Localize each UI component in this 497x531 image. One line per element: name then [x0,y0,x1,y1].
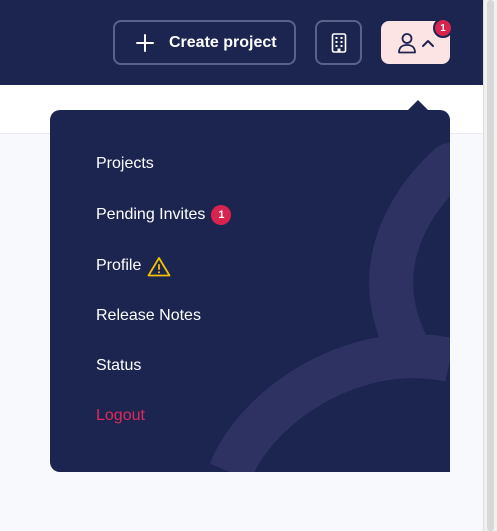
building-icon [331,32,346,53]
scrollbar[interactable] [483,0,497,531]
menu-item-release-notes[interactable]: Release Notes [96,305,201,327]
menu-item-pending-invites[interactable]: Pending Invites 1 [96,204,232,226]
menu-item-label: Status [96,357,142,374]
warning-icon [147,256,171,277]
user-dropdown-menu: Projects Pending Invites 1 Profile Relea… [50,110,450,472]
notification-badge: 1 [433,18,453,38]
pending-invites-badge: 1 [211,205,232,225]
menu-item-label: Pending Invites [96,206,206,223]
menu-item-label: Release Notes [96,307,201,324]
menu-pointer-arrow [408,100,428,110]
menu-item-label: Logout [96,407,145,424]
menu-item-label: Projects [96,155,154,172]
plus-icon [136,33,154,52]
organization-button[interactable] [315,20,362,65]
menu-item-profile[interactable]: Profile [96,255,171,277]
menu-item-status[interactable]: Status [96,355,141,377]
scrollbar-thumb[interactable] [487,0,494,531]
top-navigation-bar: Create project 1 [0,0,483,85]
create-project-button[interactable]: Create project [113,20,296,65]
chevron-up-icon [421,39,434,47]
menu-item-logout[interactable]: Logout [96,405,145,427]
create-project-label: Create project [169,33,277,51]
user-icon [397,32,416,53]
menu-item-projects[interactable]: Projects [96,153,154,175]
menu-item-label: Profile [96,257,142,274]
